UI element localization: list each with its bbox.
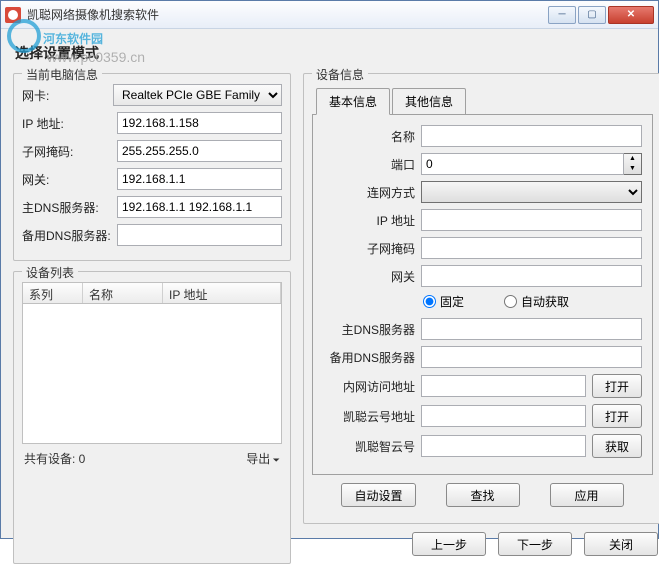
- dev-cloud-input[interactable]: [421, 405, 586, 427]
- tab-other[interactable]: 其他信息: [392, 88, 466, 115]
- dns2-input[interactable]: [117, 224, 282, 246]
- autoset-button[interactable]: 自动设置: [341, 483, 415, 507]
- dev-gateway-label: 网关: [323, 268, 415, 285]
- gateway-label: 网关:: [22, 171, 111, 188]
- minimize-button[interactable]: ─: [548, 6, 576, 24]
- nic-label: 网卡:: [22, 87, 107, 104]
- app-window: 凯聪网络摄像机搜索软件 ─ ▢ ✕ 河东软件园 www.pc0359.cn 选择…: [0, 0, 659, 539]
- dev-dns1-label: 主DNS服务器: [323, 321, 415, 338]
- device-info-group: 设备信息 基本信息 其他信息 名称 端口: [303, 73, 659, 524]
- dns1-label: 主DNS服务器:: [22, 199, 111, 216]
- ip-input[interactable]: [117, 112, 282, 134]
- local-info-legend: 当前电脑信息: [22, 66, 102, 83]
- mask-label: 子网掩码:: [22, 143, 111, 160]
- gateway-input[interactable]: [117, 168, 282, 190]
- dev-dns1-input[interactable]: [421, 318, 642, 340]
- tab-panel: 名称 端口 ▲▼ 连网方式: [312, 114, 653, 475]
- device-list-group: 设备列表 系列 名称 IP 地址 共有设备: 0 导出: [13, 271, 291, 564]
- dev-name-label: 名称: [323, 128, 415, 145]
- dev-ip-input[interactable]: [421, 209, 642, 231]
- col-series[interactable]: 系列: [23, 283, 83, 303]
- prev-button[interactable]: 上一步: [412, 532, 486, 556]
- device-list-legend: 设备列表: [22, 264, 78, 281]
- lan-open-button[interactable]: 打开: [592, 374, 642, 398]
- device-info-legend: 设备信息: [312, 66, 368, 83]
- port-spinner[interactable]: ▲▼: [624, 153, 642, 175]
- dev-name-input[interactable]: [421, 125, 642, 147]
- close-button[interactable]: ✕: [608, 6, 654, 24]
- maximize-button[interactable]: ▢: [578, 6, 606, 24]
- nic-select[interactable]: Realtek PCIe GBE Family: [113, 84, 282, 106]
- smart-get-button[interactable]: 获取: [592, 434, 642, 458]
- close-footer-button[interactable]: 关闭: [584, 532, 658, 556]
- table-body[interactable]: [22, 304, 282, 444]
- radio-fixed[interactable]: 固定: [423, 293, 464, 310]
- dev-smart-label: 凯聪智云号: [323, 438, 415, 455]
- dev-lan-label: 内网访问地址: [323, 378, 415, 395]
- tab-basic[interactable]: 基本信息: [316, 88, 390, 115]
- search-button[interactable]: 查找: [446, 483, 520, 507]
- dev-port-input[interactable]: [421, 153, 624, 175]
- dev-lan-input[interactable]: [421, 375, 586, 397]
- mask-input[interactable]: [117, 140, 282, 162]
- dev-mask-label: 子网掩码: [323, 240, 415, 257]
- radio-auto[interactable]: 自动获取: [504, 293, 569, 310]
- dns1-input[interactable]: [117, 196, 282, 218]
- col-ip[interactable]: IP 地址: [163, 283, 281, 303]
- dns2-label: 备用DNS服务器:: [22, 227, 111, 244]
- local-info-group: 当前电脑信息 网卡: Realtek PCIe GBE Family IP 地址…: [13, 73, 291, 261]
- dev-gateway-input[interactable]: [421, 265, 642, 287]
- col-name[interactable]: 名称: [83, 283, 163, 303]
- ip-label: IP 地址:: [22, 115, 111, 132]
- dev-mask-input[interactable]: [421, 237, 642, 259]
- table-header: 系列 名称 IP 地址: [22, 282, 282, 304]
- page-heading: 选择设置模式: [15, 43, 646, 63]
- dev-dns2-label: 备用DNS服务器: [323, 349, 415, 366]
- cloud-open-button[interactable]: 打开: [592, 404, 642, 428]
- dev-smart-input[interactable]: [421, 435, 586, 457]
- dev-dns2-input[interactable]: [421, 346, 642, 368]
- window-title: 凯聪网络摄像机搜索软件: [27, 6, 548, 23]
- export-link[interactable]: 导出: [246, 450, 280, 467]
- dev-port-label: 端口: [323, 156, 415, 173]
- app-icon: [5, 7, 21, 23]
- dev-conn-label: 连网方式: [323, 184, 415, 201]
- dev-conn-select[interactable]: [421, 181, 642, 203]
- apply-button[interactable]: 应用: [550, 483, 624, 507]
- dev-cloud-label: 凯聪云号地址: [323, 408, 415, 425]
- dev-ip-label: IP 地址: [323, 212, 415, 229]
- next-button[interactable]: 下一步: [498, 532, 572, 556]
- titlebar[interactable]: 凯聪网络摄像机搜索软件 ─ ▢ ✕: [1, 1, 658, 29]
- device-count: 共有设备: 0: [24, 450, 85, 467]
